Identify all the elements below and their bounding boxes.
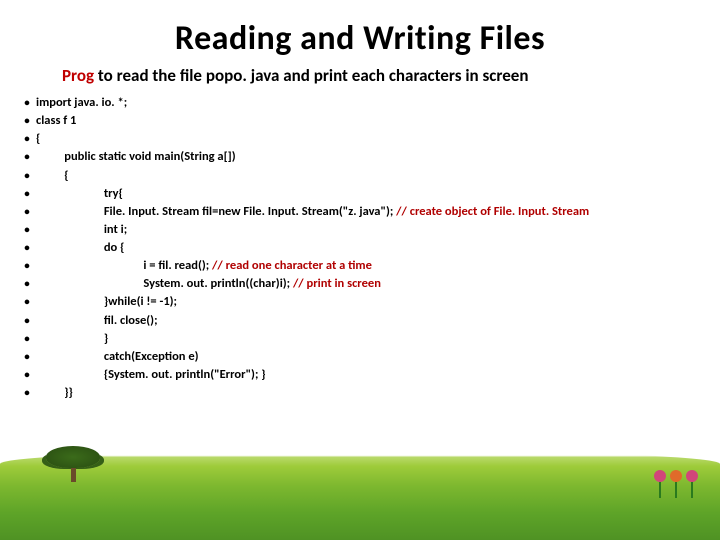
bullet-icon: • [18, 130, 36, 147]
code-line: • { [18, 167, 720, 185]
bullet-icon: • [18, 167, 36, 184]
code-block: •import java. io. *;•class f 1•{• public… [0, 94, 720, 402]
bullet-icon: • [18, 275, 36, 292]
code-line: • do { [18, 239, 720, 257]
code-text: import java. io. *; [36, 94, 127, 112]
code-line: • }} [18, 384, 720, 402]
code-line: • i = fil. read(); // read one character… [18, 257, 720, 275]
code-text: {System. out. println("Error"); } [36, 366, 266, 384]
code-text: do { [36, 239, 124, 257]
code-text: }} [36, 384, 73, 402]
code-line: •import java. io. *; [18, 94, 720, 112]
bullet-icon: • [18, 293, 36, 310]
code-line: •class f 1 [18, 112, 720, 130]
subtitle-highlight: Prog [62, 65, 94, 86]
bullet-icon: • [18, 366, 36, 383]
bullet-icon: • [18, 221, 36, 238]
code-line: • System. out. println((char)i); // prin… [18, 275, 720, 293]
code-line: • fil. close(); [18, 312, 720, 330]
code-text: fil. close(); [36, 312, 158, 330]
code-line: • int i; [18, 221, 720, 239]
code-text: { [36, 130, 40, 148]
code-text: public static void main(String a[]) [36, 148, 236, 166]
bullet-icon: • [18, 148, 36, 165]
code-text: catch(Exception e) [36, 348, 199, 366]
code-text: }while(i != -1); [36, 293, 177, 311]
code-text: File. Input. Stream fil=new File. Input.… [36, 203, 589, 221]
flowers-icon [654, 470, 698, 498]
code-text: int i; [36, 221, 127, 239]
slide: Reading and Writing Files Prog to read t… [0, 0, 720, 540]
grass-background [0, 450, 720, 540]
bullet-icon: • [18, 348, 36, 365]
bullet-icon: • [18, 330, 36, 347]
code-comment: // print in screen [293, 276, 381, 291]
bullet-icon: • [18, 185, 36, 202]
code-line: • }while(i != -1); [18, 293, 720, 311]
code-comment: // create object of File. Input. Stream [396, 204, 589, 219]
bullet-icon: • [18, 257, 36, 274]
code-text: class f 1 [36, 112, 76, 130]
slide-subtitle: Prog to read the file popo. java and pri… [0, 59, 720, 94]
bullet-icon: • [18, 239, 36, 256]
bullet-icon: • [18, 203, 36, 220]
subtitle-rest: to read the file popo. java and print ea… [94, 65, 528, 86]
bullet-icon: • [18, 312, 36, 329]
code-line: • } [18, 330, 720, 348]
code-text: try{ [36, 185, 123, 203]
slide-title: Reading and Writing Files [0, 0, 720, 59]
code-line: • {System. out. println("Error"); } [18, 366, 720, 384]
code-line: • try{ [18, 185, 720, 203]
code-text: { [36, 167, 69, 185]
bullet-icon: • [18, 384, 36, 401]
tree-icon [46, 446, 100, 482]
code-line: • public static void main(String a[]) [18, 148, 720, 166]
code-text: System. out. println((char)i); // print … [36, 275, 381, 293]
code-text: } [36, 330, 108, 348]
code-line: • File. Input. Stream fil=new File. Inpu… [18, 203, 720, 221]
bullet-icon: • [18, 112, 36, 129]
bullet-icon: • [18, 94, 36, 111]
code-line: •{ [18, 130, 720, 148]
code-comment: // read one character at a time [212, 258, 372, 273]
code-line: • catch(Exception e) [18, 348, 720, 366]
code-text: i = fil. read(); // read one character a… [36, 257, 372, 275]
